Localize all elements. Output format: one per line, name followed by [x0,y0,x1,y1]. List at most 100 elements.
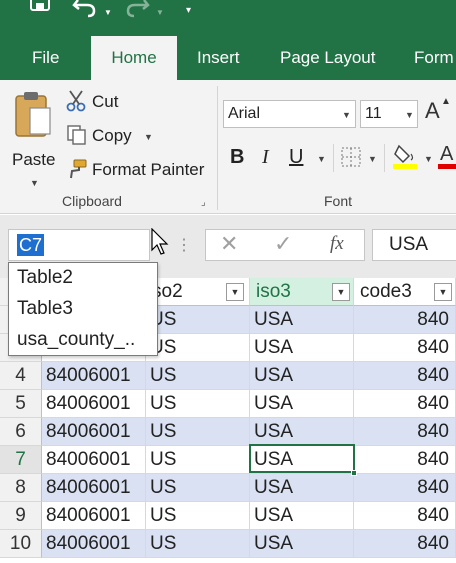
fill-color-dropdown-icon[interactable]: ▼ [424,154,433,164]
tab-formulas[interactable]: Form [414,36,454,80]
cell-iso2[interactable]: US [146,418,250,446]
tab-page-layout[interactable]: Page Layout [280,36,375,80]
underline-dropdown-icon[interactable]: ▼ [317,154,326,164]
cell-id[interactable]: 84006001 [42,390,146,418]
filter-dropdown-icon[interactable]: ▼ [226,283,244,301]
cell-id[interactable]: 84006001 [42,530,146,558]
cell-iso2[interactable]: US [146,306,250,334]
row-header[interactable]: 5 [0,390,42,418]
copy-button[interactable]: Copy [92,126,132,146]
cell-code3[interactable]: 840 [354,446,456,474]
paste-dropdown-icon[interactable]: ▼ [30,178,39,188]
fill-color-icon[interactable] [393,142,417,175]
font-size-dropdown-icon[interactable]: ▼ [405,110,414,120]
borders-icon[interactable] [340,146,362,173]
font-name-dropdown-icon[interactable]: ▼ [342,110,351,120]
row-header[interactable]: 9 [0,502,42,530]
enter-icon[interactable]: ✓ [274,231,292,257]
cancel-icon[interactable]: ✕ [220,231,238,257]
cell-id[interactable]: 84006001 [42,362,146,390]
cell-iso3[interactable]: USA [250,446,354,474]
font-name-combo[interactable]: Arial [223,100,356,128]
row-header[interactable]: 6 [0,418,42,446]
tab-insert[interactable]: Insert [197,36,240,80]
paste-label: Paste [12,150,56,169]
cell-code3[interactable]: 840 [354,474,456,502]
italic-button[interactable]: I [262,146,269,169]
cell-code3[interactable]: 840 [354,418,456,446]
copy-dropdown-icon[interactable]: ▼ [144,132,153,142]
cell-code3[interactable]: 840 [354,334,456,362]
row-header[interactable]: 8 [0,474,42,502]
cell-iso2[interactable]: US [146,446,250,474]
font-name-value: Arial [228,105,261,122]
clipboard-paste-icon [14,90,54,145]
save-icon[interactable] [28,0,52,20]
cell-iso3[interactable]: USA [250,390,354,418]
ribbon-home: Paste ▼ Cut Copy ▼ Format Painter Clipbo… [0,80,456,214]
cell-iso2[interactable]: US [146,502,250,530]
font-divider [384,144,385,172]
column-header-label: iso3 [256,281,291,302]
font-size-value: 11 [365,105,382,122]
cell-iso2[interactable]: US [146,474,250,502]
cell-code3[interactable]: 840 [354,502,456,530]
fill-handle[interactable] [351,470,357,476]
cell-iso2[interactable]: US [146,390,250,418]
group-divider [217,86,218,210]
font-color-icon[interactable]: A [438,142,456,175]
cut-button[interactable]: Cut [92,92,118,112]
dropdown-item[interactable]: Table3 [17,298,73,320]
row-header[interactable]: 4 [0,362,42,390]
cell-code3[interactable]: 840 [354,306,456,334]
cell-id[interactable]: 84006001 [42,502,146,530]
bold-button[interactable]: B [230,146,244,169]
insert-function-button[interactable]: fx [330,233,344,255]
dropdown-item[interactable]: Table2 [17,267,73,289]
redo-dropdown-icon[interactable]: ▼ [156,2,164,24]
name-box-value: C7 [17,234,45,256]
tab-file[interactable]: File [32,36,59,80]
tab-home[interactable]: Home [91,36,177,80]
increase-font-size-icon[interactable]: A [425,98,440,124]
cell-iso3[interactable]: USA [250,334,354,362]
customize-qat-icon[interactable]: ▾ [186,0,191,22]
scissors-icon [66,90,88,117]
dialog-launcher-icon[interactable]: ⌟ [201,197,206,208]
format-painter-icon [66,158,88,185]
row-header[interactable]: 7 [0,446,42,474]
cell-iso3[interactable]: USA [250,306,354,334]
borders-dropdown-icon[interactable]: ▼ [368,154,377,164]
cell-code3[interactable]: 840 [354,530,456,558]
filter-dropdown-icon[interactable]: ▼ [332,283,350,301]
ribbon-tabs: File Home Insert Page Layout Form [0,36,456,80]
clipboard-group-label: Clipboard [62,193,122,209]
cell-iso2[interactable]: US [146,362,250,390]
format-painter-button[interactable]: Format Painter [92,160,204,180]
column-header-label: code3 [360,281,412,302]
cell-code3[interactable]: 840 [354,390,456,418]
row-header[interactable]: 10 [0,530,42,558]
cell-id[interactable]: 84006001 [42,446,146,474]
undo-icon[interactable] [72,0,98,22]
formula-input[interactable]: USA [372,229,456,261]
filter-dropdown-icon[interactable]: ▼ [434,283,452,301]
cell-iso3[interactable]: USA [250,418,354,446]
cell-id[interactable]: 84006001 [42,474,146,502]
cell-iso2[interactable]: US [146,530,250,558]
redo-icon[interactable] [124,0,150,22]
increase-font-caret-icon: ▲ [441,96,451,107]
name-box[interactable]: C7 [8,229,150,261]
cell-iso3[interactable]: USA [250,530,354,558]
formula-bar-splitter-icon[interactable]: ⋮ [176,235,192,255]
cell-code3[interactable]: 840 [354,362,456,390]
cell-id[interactable]: 84006001 [42,418,146,446]
undo-dropdown-icon[interactable]: ▼ [104,2,112,24]
mouse-pointer-icon [151,227,169,261]
cell-iso3[interactable]: USA [250,474,354,502]
underline-button[interactable]: U [289,146,303,169]
cell-iso2[interactable]: US [146,334,250,362]
cell-iso3[interactable]: USA [250,502,354,530]
cell-iso3[interactable]: USA [250,362,354,390]
dropdown-item[interactable]: usa_county_.. [17,329,135,351]
